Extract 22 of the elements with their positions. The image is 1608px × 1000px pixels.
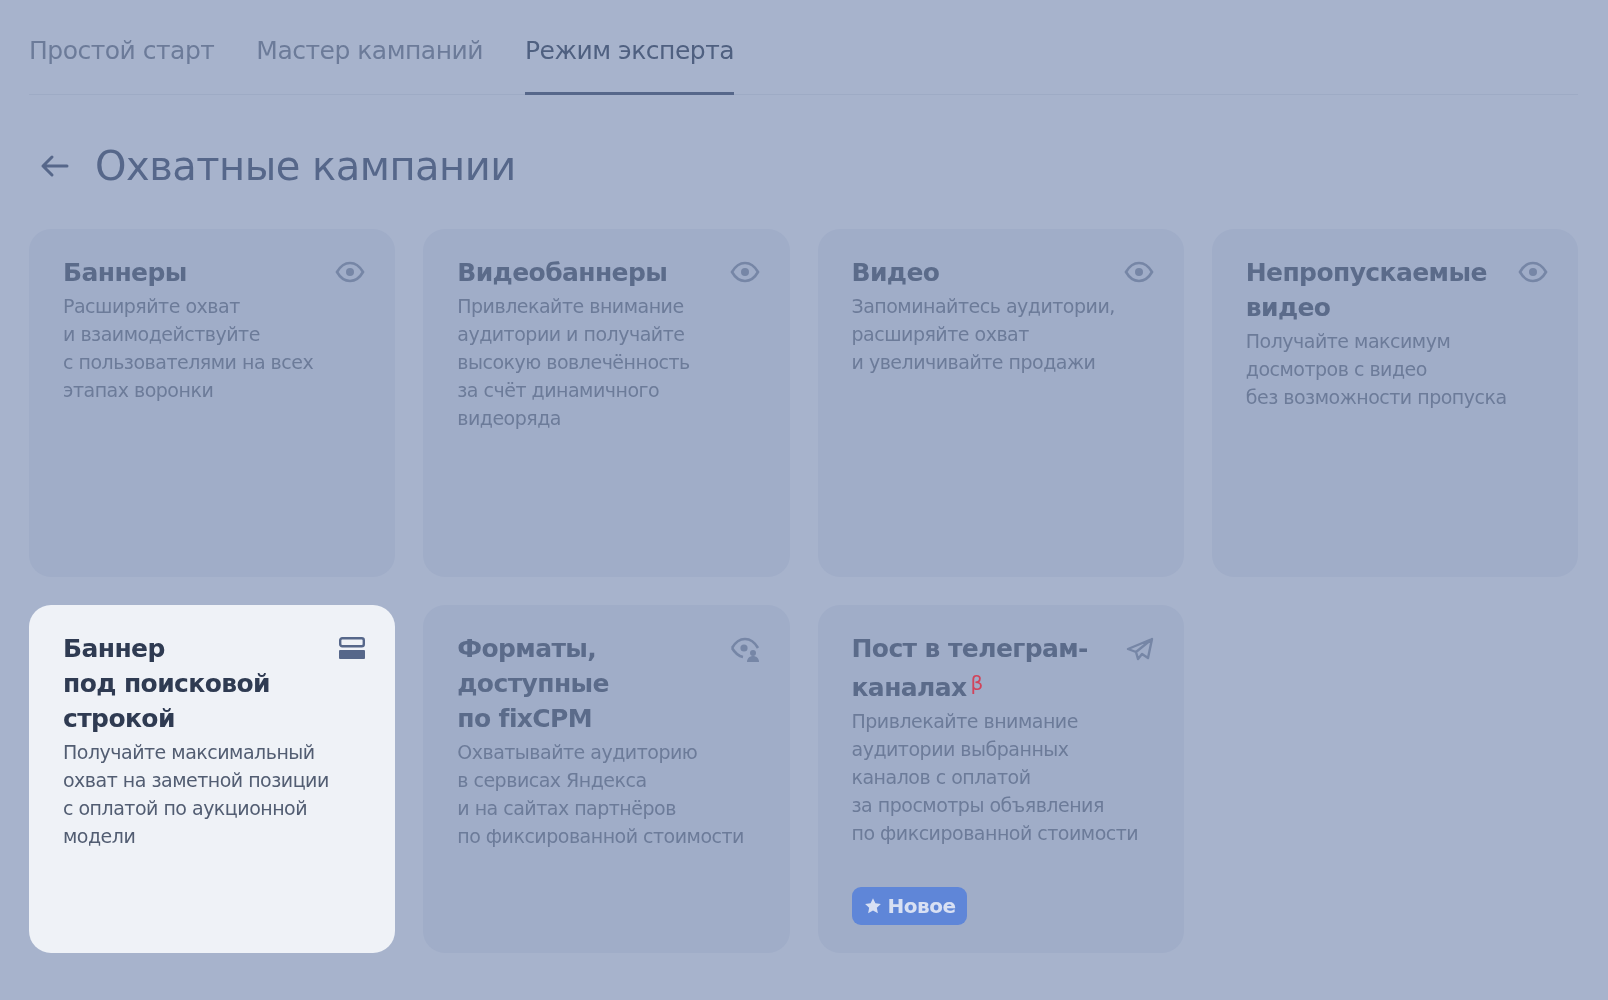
new-badge: Новое [851,887,968,925]
page-title: Охватные кампании [95,143,516,189]
card-title: Баннеры [63,257,187,289]
card-title: Баннер под поисковой строкой [63,633,270,735]
tab[interactable]: Простой старт [29,16,215,95]
eye-icon [729,261,760,283]
eye-person-icon [729,637,760,663]
paper-plane-icon [1125,637,1154,661]
card-title: Форматы, доступные по fixCPM [457,633,609,735]
eye-icon [335,261,366,283]
back-arrow-icon[interactable] [39,154,69,178]
card[interactable]: Баннер под поисковой строкой Получайте максимальный охват на заметной позиции с оплатой по аукционной модели [29,605,396,953]
card-title: Непропускаемые видео [1245,257,1487,324]
eye-icon [1123,261,1154,283]
eye-icon [1518,261,1548,283]
card-title: Видео [851,257,940,289]
card-title: Видеобаннеры [457,257,668,289]
banner-icon [339,637,366,659]
tab[interactable]: Режим эксперта [525,16,735,95]
card-description: Получайте максимальный охват на заметной позиции с оплатой по аукционной модели [63,740,330,849]
card-title: Пост в телеграм- каналах $^{β}$ [851,633,1088,704]
tab[interactable]: Мастер кампаний [256,16,483,95]
